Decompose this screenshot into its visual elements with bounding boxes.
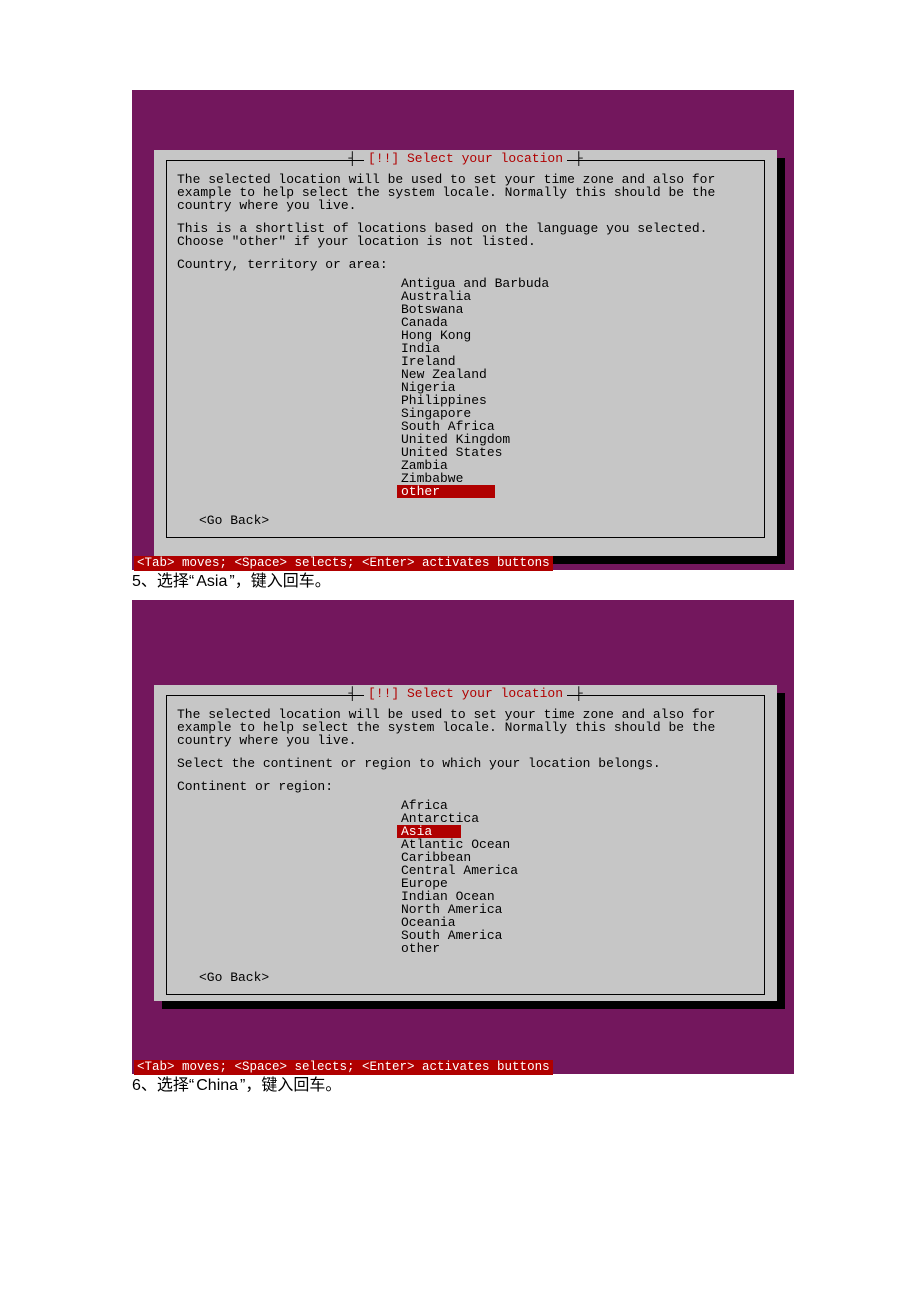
dialog-select-location-1: ┤ [!!] Select your location ├ The select…: [154, 150, 777, 556]
dialog-text-2: This is a shortlist of locations based o…: [177, 222, 754, 248]
dialog-text-1: The selected location will be used to se…: [177, 173, 754, 212]
status-bar: <Tab> moves; <Space> selects; <Enter> ac…: [132, 1061, 553, 1075]
list-item[interactable]: other: [397, 942, 754, 955]
option-list: Antigua and Barbuda Australia Botswana C…: [397, 277, 754, 498]
list-item[interactable]: Hong Kong: [397, 329, 754, 342]
option-list: Africa Antarctica Asia Atlantic Ocean Ca…: [397, 799, 754, 955]
list-item[interactable]: Antarctica: [397, 812, 754, 825]
go-back-button[interactable]: <Go Back>: [199, 514, 754, 527]
list-item-selected[interactable]: other: [397, 485, 754, 498]
dialog-prompt: Country, territory or area:: [177, 258, 754, 271]
installer-terminal-2: ┤ [!!] Select your location ├ The select…: [132, 600, 794, 1074]
dialog-prompt: Continent or region:: [177, 780, 754, 793]
go-back-button[interactable]: <Go Back>: [199, 971, 754, 984]
caption-step-5: 5、选择“Asia”，键入回车。: [132, 574, 808, 590]
list-item[interactable]: Zimbabwe: [397, 472, 754, 485]
dialog-select-location-2: ┤ [!!] Select your location ├ The select…: [154, 685, 777, 1001]
dialog-title: [!!] Select your location: [364, 687, 567, 700]
status-bar: <Tab> moves; <Space> selects; <Enter> ac…: [132, 557, 553, 571]
installer-terminal-1: ┤ [!!] Select your location ├ The select…: [132, 90, 794, 570]
caption-step-6: 6、选择“China”，键入回车。: [132, 1078, 808, 1094]
list-item[interactable]: South America: [397, 929, 754, 942]
dialog-text-1: The selected location will be used to se…: [177, 708, 754, 747]
list-item[interactable]: Central America: [397, 864, 754, 877]
list-item[interactable]: Botswana: [397, 303, 754, 316]
dialog-text-2: Select the continent or region to which …: [177, 757, 754, 770]
dialog-title: [!!] Select your location: [364, 152, 567, 165]
list-item[interactable]: United States: [397, 446, 754, 459]
